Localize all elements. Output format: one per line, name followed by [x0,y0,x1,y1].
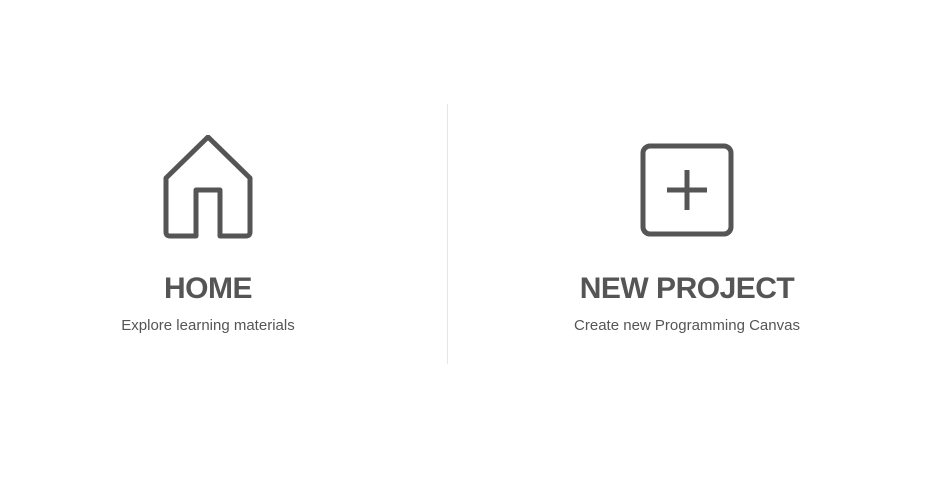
plus-square-icon [640,143,734,237]
new-project-card[interactable]: NEW PROJECT Create new Programming Canva… [537,105,837,365]
new-project-icon-wrap [537,135,837,245]
home-card[interactable]: HOME Explore learning materials [58,105,358,365]
home-subtitle: Explore learning materials [121,317,295,334]
new-project-title: NEW PROJECT [579,272,795,305]
new-project-subtitle: Create new Programming Canvas [574,317,800,334]
home-title: HOME [164,272,253,305]
divider [447,104,448,364]
home-icon-wrap [58,135,358,245]
house-icon [163,135,253,239]
